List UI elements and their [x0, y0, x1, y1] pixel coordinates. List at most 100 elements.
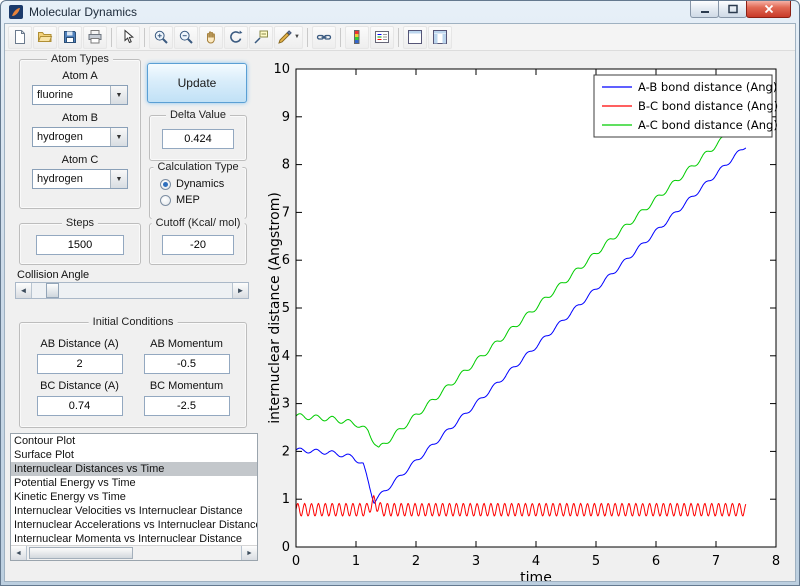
maximize-button[interactable]	[718, 1, 747, 18]
scrollbar-thumb[interactable]	[29, 547, 133, 559]
toolbar-separator	[306, 27, 308, 47]
delta-value-panel: Delta Value	[149, 109, 247, 161]
panel-title: Cutoff (Kcal/ mol)	[151, 217, 245, 229]
toolbar-separator	[111, 27, 112, 47]
toolbar-separator	[339, 27, 341, 47]
radio-dynamics-label: Dynamics	[176, 178, 225, 190]
slider-right-arrow-icon[interactable]	[232, 283, 248, 298]
atom-c-value: hydrogen	[37, 173, 83, 185]
toolbar-separator	[144, 27, 145, 47]
pan-icon[interactable]	[199, 25, 223, 49]
titlebar[interactable]: Molecular Dynamics	[1, 1, 799, 23]
zoom-out-icon[interactable]	[174, 25, 198, 49]
svg-text:0: 0	[282, 540, 290, 555]
scroll-right-arrow-icon[interactable]	[241, 546, 257, 560]
atom-a-value: fluorine	[37, 89, 74, 101]
radio-icon	[160, 194, 171, 206]
steps-input[interactable]	[36, 235, 124, 255]
atom-c-dropdown[interactable]: hydrogen	[32, 169, 128, 189]
link-plots-icon[interactable]	[311, 25, 336, 49]
initial-conditions-panel: Initial Conditions AB Distance (A) AB Mo…	[19, 316, 247, 428]
panel-title: Initial Conditions	[88, 316, 178, 328]
plot-axes[interactable]: 0 1 2 3 4 5 6 7 8 0 1 2 3 4 5 6 7 8 9 10 time internuclear di…	[267, 53, 789, 582]
svg-text:A-B bond distance (Ang): A-B bond distance (Ang)	[638, 80, 777, 94]
app-icon	[8, 4, 24, 20]
svg-text:5: 5	[592, 554, 600, 569]
svg-text:0: 0	[292, 554, 300, 569]
slider-left-arrow-icon[interactable]	[16, 283, 32, 298]
edit-plot-icon[interactable]	[116, 25, 140, 49]
plot-list-item-0[interactable]: Contour Plot	[11, 434, 257, 448]
svg-text:3: 3	[472, 554, 480, 569]
ab-momentum-input[interactable]	[143, 354, 230, 374]
plot-list-item-6[interactable]: Internuclear Accelerations vs Internucle…	[11, 518, 257, 532]
rotate-3d-icon[interactable]	[224, 25, 248, 49]
figure-area: Atom Types Atom A fluorine Atom B hydrog…	[5, 51, 795, 581]
app-window: Molecular Dynamics Atom Types Atom A flu…	[0, 0, 800, 586]
atom-b-label: Atom B	[61, 112, 99, 124]
plot-list-item-3[interactable]: Potential Energy vs Time	[11, 476, 257, 490]
svg-text:10: 10	[273, 62, 290, 77]
slider-track[interactable]	[32, 283, 232, 298]
radio-mep[interactable]: MEP	[160, 194, 246, 206]
svg-text:B-C bond distance (Ang): B-C bond distance (Ang)	[638, 99, 778, 113]
svg-text:time: time	[520, 570, 552, 582]
panel-title: Calculation Type	[153, 161, 243, 173]
collision-angle-slider[interactable]	[15, 282, 249, 299]
chevron-down-icon[interactable]	[110, 86, 127, 104]
plot-type-list: Contour Plot Surface Plot Internuclear D…	[11, 434, 257, 545]
bc-momentum-input[interactable]	[143, 396, 230, 416]
svg-text:2: 2	[282, 444, 290, 459]
plot-list-item-1[interactable]: Surface Plot	[11, 448, 257, 462]
plot-background	[296, 69, 776, 547]
plot-list-item-7[interactable]: Internuclear Momenta vs Internuclear Dis…	[11, 532, 257, 545]
collision-angle-label: Collision Angle	[17, 269, 90, 281]
svg-text:A-C bond distance (Ang): A-C bond distance (Ang)	[638, 118, 778, 132]
toolbar-separator	[397, 27, 399, 47]
chevron-down-icon[interactable]	[294, 34, 300, 40]
calculation-type-panel: Calculation Type Dynamics MEP	[149, 161, 247, 219]
toolbar	[5, 24, 795, 51]
new-file-icon[interactable]	[8, 25, 32, 49]
chevron-down-icon[interactable]	[110, 128, 127, 146]
radio-mep-label: MEP	[176, 194, 200, 206]
plot-type-listbox: Contour Plot Surface Plot Internuclear D…	[10, 433, 258, 561]
hide-plot-tools-icon[interactable]	[402, 25, 427, 49]
close-button[interactable]	[746, 1, 791, 18]
plot-list-item-2[interactable]: Internuclear Distances vs Time	[11, 462, 257, 476]
plot-list-item-4[interactable]: Kinetic Energy vs Time	[11, 490, 257, 504]
brush-icon[interactable]	[274, 25, 303, 49]
panel-title: Steps	[61, 217, 99, 229]
show-plot-tools-icon[interactable]	[427, 25, 452, 49]
data-cursor-icon[interactable]	[249, 25, 273, 49]
scrollbar-track[interactable]	[27, 546, 241, 560]
insert-colorbar-icon[interactable]	[344, 25, 369, 49]
svg-text:8: 8	[282, 158, 290, 173]
atom-c-label: Atom C	[61, 154, 99, 166]
print-icon[interactable]	[83, 25, 107, 49]
radio-dynamics[interactable]: Dynamics	[160, 178, 246, 190]
atom-a-dropdown[interactable]: fluorine	[32, 85, 128, 105]
ab-distance-label: AB Distance (A)	[40, 338, 119, 350]
cutoff-input[interactable]	[162, 235, 234, 255]
bc-distance-input[interactable]	[36, 396, 123, 416]
zoom-in-icon[interactable]	[149, 25, 173, 49]
ab-momentum-label: AB Momentum	[150, 338, 223, 350]
update-button[interactable]: Update	[147, 63, 247, 103]
open-folder-icon[interactable]	[33, 25, 57, 49]
slider-thumb[interactable]	[46, 283, 59, 298]
panel-title: Delta Value	[165, 109, 231, 121]
minimize-button[interactable]	[690, 1, 719, 18]
horizontal-scrollbar[interactable]	[11, 545, 257, 560]
delta-value-input[interactable]	[162, 129, 234, 149]
chevron-down-icon[interactable]	[110, 170, 127, 188]
chart-legend: A-B bond distance (Ang) B-C bond distance…	[593, 74, 778, 138]
svg-text:8: 8	[772, 554, 780, 569]
scroll-left-arrow-icon[interactable]	[11, 546, 27, 560]
plot-list-item-5[interactable]: Internuclear Velocities vs Internuclear …	[11, 504, 257, 518]
radio-icon	[160, 178, 171, 190]
atom-b-dropdown[interactable]: hydrogen	[32, 127, 128, 147]
save-icon[interactable]	[58, 25, 82, 49]
insert-legend-icon[interactable]	[369, 25, 394, 49]
ab-distance-input[interactable]	[36, 354, 123, 374]
